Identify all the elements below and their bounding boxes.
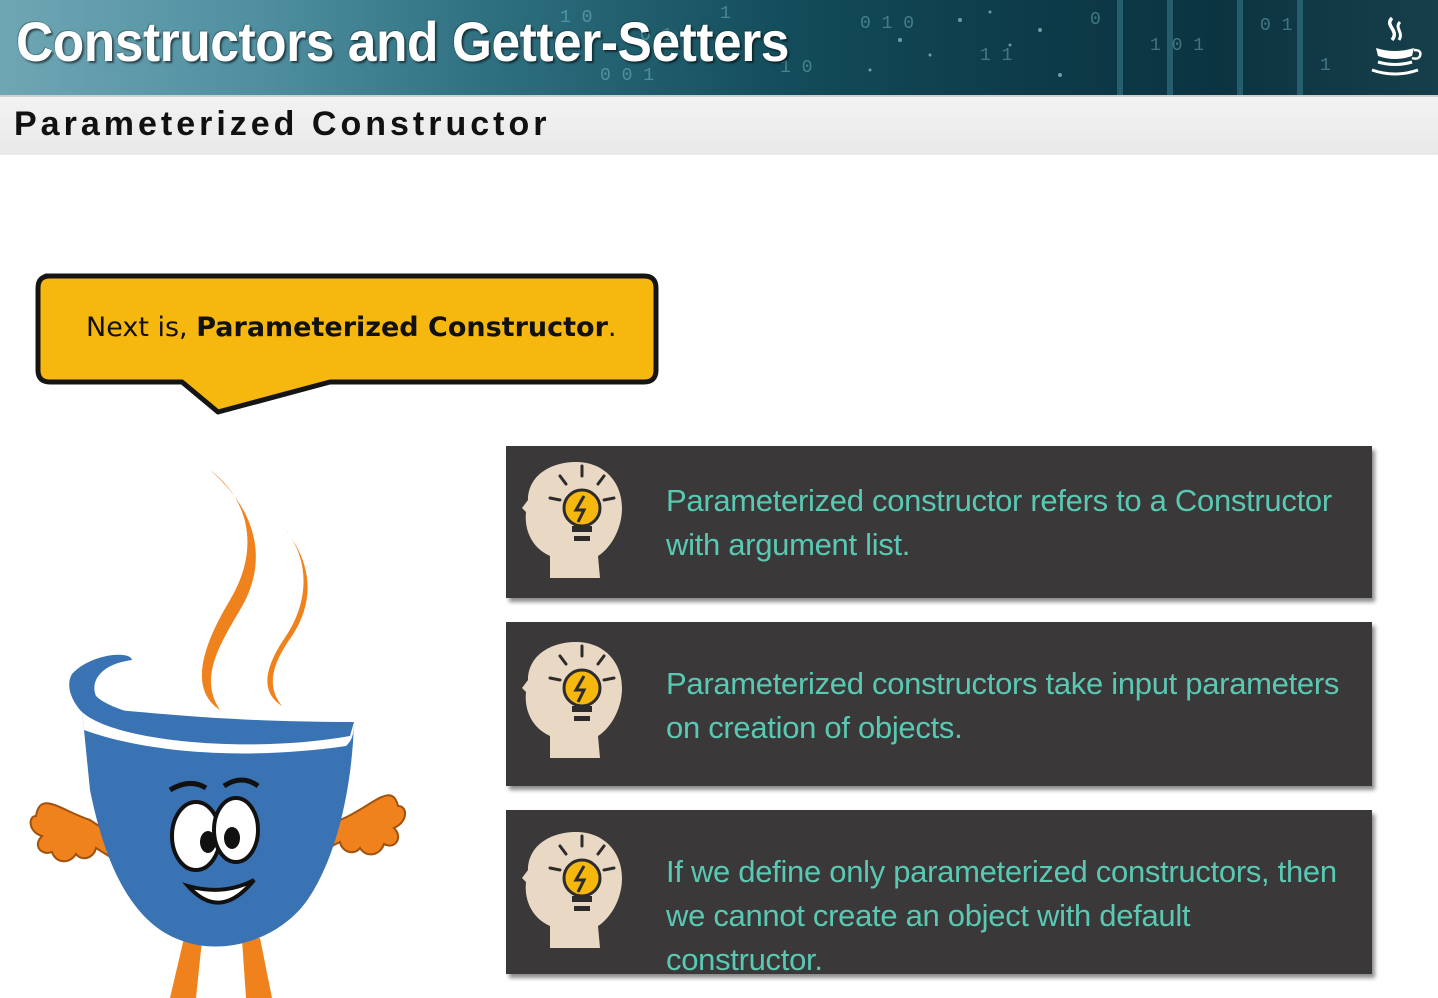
info-card-2: Parameterized constructors take input pa… [506,622,1372,786]
head-lightbulb-icon [522,832,622,948]
info-card-3: If we define only parameterized construc… [506,810,1372,977]
svg-text:1: 1 [1320,56,1331,76]
info-card-1: Parameterized constructor refers to a Co… [506,446,1372,598]
svg-text:0 1: 0 1 [1260,16,1292,36]
svg-text:1 0 1: 1 0 1 [1150,36,1204,56]
java-cup-mascot [29,470,406,998]
svg-text:1 1: 1 1 [980,46,1012,66]
page-title: Constructors and Getter-Setters [16,10,790,73]
info-card-text: Parameterized constructor refers to a Co… [666,483,1332,562]
section-title: Parameterized Constructor [14,105,551,143]
head-lightbulb-icon [522,642,622,758]
title-banner: 1 00 11 0 1 01 10 1 0 10 11 0 0 11 0 Con… [0,0,1438,95]
svg-text:0: 0 [1090,10,1101,30]
info-card-text: Parameterized constructors take input pa… [666,666,1340,745]
section-header-bar: Parameterized Constructor [0,95,1438,155]
info-card-text: If we define only parameterized construc… [666,854,1337,977]
head-lightbulb-icon [522,462,622,578]
java-coffee-cup-icon [1371,16,1422,76]
speech-bubble-text: Next is, Parameterized Constructor. [86,312,617,343]
svg-text:0 1 0: 0 1 0 [860,14,914,34]
speech-bubble [35,273,659,415]
